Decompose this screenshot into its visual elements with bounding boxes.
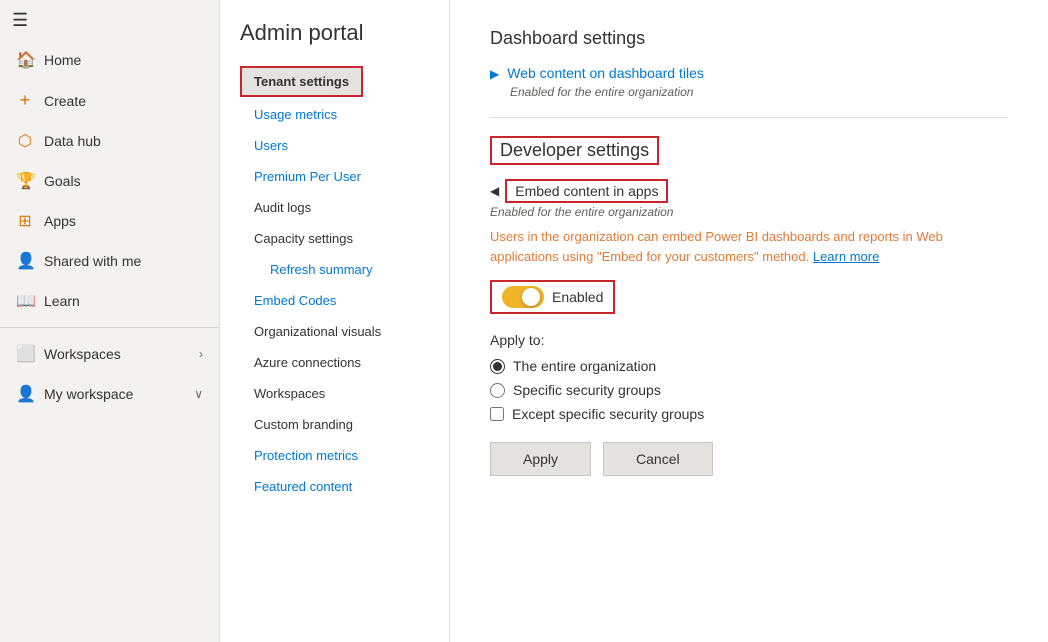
nav-item-featured-content[interactable]: Featured content — [240, 471, 449, 502]
embed-content-desc: Users in the organization can embed Powe… — [490, 227, 970, 266]
learn-icon: 📖 — [16, 291, 34, 311]
toggle-container: Enabled — [490, 280, 615, 314]
radio-specific-groups[interactable] — [490, 383, 505, 398]
except-specific-groups-checkbox[interactable] — [490, 407, 504, 421]
hamburger-icon[interactable]: ☰ — [12, 10, 28, 31]
action-buttons: Apply Cancel — [490, 442, 1008, 476]
sharedwithme-icon: 👤 — [16, 251, 34, 271]
sidebar-item-label: Apps — [44, 213, 76, 229]
sidebar-item-label: Learn — [44, 293, 80, 309]
sidebar-item-home[interactable]: 🏠 Home — [0, 40, 219, 80]
apply-to-label: Apply to: — [490, 332, 1008, 348]
goals-icon: 🏆 — [16, 171, 34, 191]
sidebar-item-apps[interactable]: ⊞ Apps — [0, 201, 219, 241]
sidebar-item-sharedwithme[interactable]: 👤 Shared with me — [0, 241, 219, 281]
radio-entire-org[interactable] — [490, 359, 505, 374]
content-panel: Dashboard settings ▶ Web content on dash… — [450, 0, 1048, 642]
chevron-down-icon: ∨ — [194, 387, 203, 401]
create-icon: + — [16, 90, 34, 111]
nav-item-protection-metrics[interactable]: Protection metrics — [240, 440, 449, 471]
sidebar: 🏠 Home + Create ⬡ Data hub 🏆 Goals ⊞ App… — [0, 0, 220, 642]
datahub-icon: ⬡ — [16, 131, 34, 151]
sidebar-item-learn[interactable]: 📖 Learn — [0, 281, 219, 321]
toggle-label: Enabled — [552, 289, 603, 305]
sidebar-workspaces-label: Workspaces — [44, 346, 121, 362]
web-content-sub: Enabled for the entire organization — [510, 85, 1008, 99]
learn-more-link[interactable]: Learn more — [813, 249, 879, 264]
sidebar-item-myworkspace[interactable]: 👤 My workspace ∨ — [0, 374, 219, 414]
nav-panel: Admin portal Tenant settings Usage metri… — [220, 0, 450, 642]
myworkspace-icon: 👤 — [16, 384, 34, 404]
web-content-setting-name: Web content on dashboard tiles — [507, 65, 704, 81]
main-content: Admin portal Tenant settings Usage metri… — [220, 0, 1048, 642]
nav-item-custom-branding[interactable]: Custom branding — [240, 409, 449, 440]
embed-content-name: Embed content in apps — [515, 183, 658, 199]
nav-item-users[interactable]: Users — [240, 130, 449, 161]
embed-content-sub: Enabled for the entire organization — [490, 205, 1008, 219]
nav-item-workspaces[interactable]: Workspaces — [240, 378, 449, 409]
nav-item-usage-metrics[interactable]: Usage metrics — [240, 99, 449, 130]
radio-entire-org-label: The entire organization — [513, 358, 656, 374]
nav-item-audit-logs[interactable]: Audit logs — [240, 192, 449, 223]
developer-settings-title: Developer settings — [500, 140, 649, 161]
nav-item-capacity-settings[interactable]: Capacity settings — [240, 223, 449, 254]
nav-item-org-visuals[interactable]: Organizational visuals — [240, 316, 449, 347]
sidebar-myworkspace-label: My workspace — [44, 386, 133, 402]
expand-icon[interactable]: ▶ — [490, 67, 499, 81]
except-specific-groups-label: Except specific security groups — [512, 406, 704, 422]
toggle-knob — [522, 288, 540, 306]
admin-portal-title: Admin portal — [240, 20, 449, 46]
enabled-toggle[interactable] — [502, 286, 544, 308]
sidebar-item-label: Shared with me — [44, 253, 141, 269]
cancel-button[interactable]: Cancel — [603, 442, 713, 476]
apply-button[interactable]: Apply — [490, 442, 591, 476]
workspaces-icon: ⬜ — [16, 344, 34, 364]
nav-item-azure-connections[interactable]: Azure connections — [240, 347, 449, 378]
nav-item-embed-codes[interactable]: Embed Codes — [240, 285, 449, 316]
chevron-right-icon: › — [199, 347, 203, 361]
sidebar-item-create[interactable]: + Create — [0, 80, 219, 121]
radio-specific-groups-label: Specific security groups — [513, 382, 661, 398]
sidebar-item-goals[interactable]: 🏆 Goals — [0, 161, 219, 201]
dashboard-settings-title: Dashboard settings — [490, 28, 1008, 49]
sidebar-item-datahub[interactable]: ⬡ Data hub — [0, 121, 219, 161]
nav-item-premium-per-user[interactable]: Premium Per User — [240, 161, 449, 192]
sidebar-item-label: Create — [44, 93, 86, 109]
sidebar-item-label: Data hub — [44, 133, 101, 149]
home-icon: 🏠 — [16, 50, 34, 70]
nav-item-refresh-summary[interactable]: Refresh summary — [240, 254, 449, 285]
apps-icon: ⊞ — [16, 211, 34, 231]
sidebar-item-label: Goals — [44, 173, 81, 189]
nav-item-tenant-settings[interactable]: Tenant settings — [242, 68, 361, 95]
collapse-icon[interactable]: ◀ — [490, 184, 499, 198]
sidebar-item-workspaces[interactable]: ⬜ Workspaces › — [0, 334, 219, 374]
sidebar-item-label: Home — [44, 52, 81, 68]
